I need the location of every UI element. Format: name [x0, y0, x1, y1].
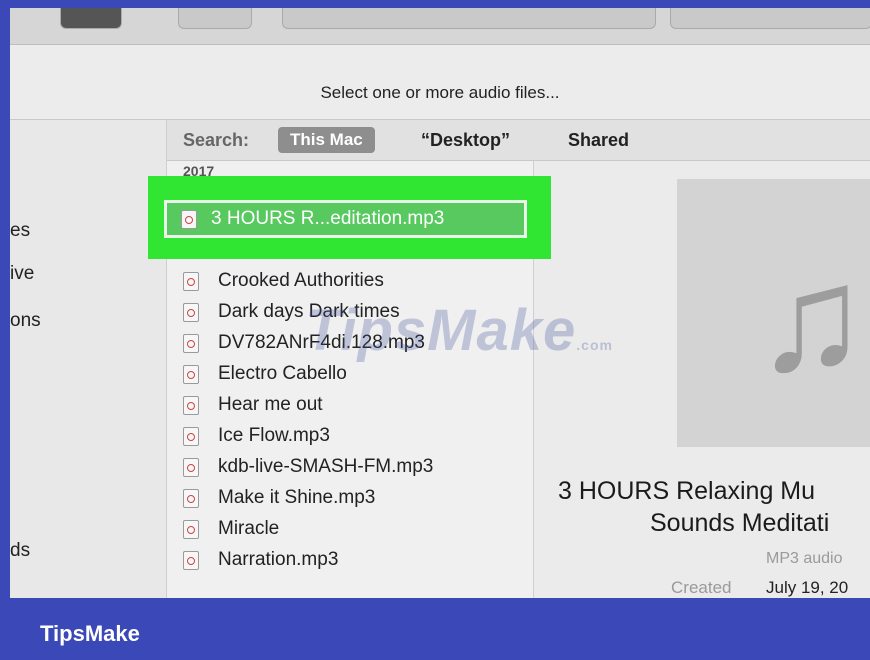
sidebar-item[interactable]: ds [10, 540, 30, 562]
audio-file-icon [183, 271, 199, 291]
search-scope-label: Search: [183, 130, 250, 150]
file-name: kdb-live-SMASH-FM.mp3 [218, 456, 434, 477]
music-note-icon: ♫ [755, 234, 868, 402]
list-item[interactable]: Hear me out [183, 390, 323, 420]
audio-file-icon [183, 302, 199, 322]
album-art: ♫ [677, 179, 870, 447]
list-item[interactable]: Ice Flow.mp3 [183, 421, 330, 451]
scope-desktop[interactable]: “Desktop” [421, 130, 510, 151]
list-item[interactable]: Make it Shine.mp3 [183, 483, 375, 513]
selected-file-name: 3 HOURS R...editation.mp3 [211, 208, 445, 229]
file-name: Make it Shine.mp3 [218, 487, 376, 508]
selection-highlight: 3 HOURS R...editation.mp3 [148, 176, 551, 259]
audio-file-icon [183, 364, 199, 384]
toolbar-button[interactable] [60, 8, 122, 29]
audio-file-icon [181, 209, 197, 229]
location-popup[interactable] [282, 8, 656, 29]
dialog-prompt: Select one or more audio files... [320, 83, 560, 102]
selected-file-row[interactable]: 3 HOURS R...editation.mp3 [164, 200, 527, 238]
watermark: TipsMake.com [305, 297, 613, 364]
file-name: Miracle [218, 518, 280, 539]
preview-pane: ♫ 3 HOURS Relaxing Mu Sounds Meditati MP… [534, 161, 870, 598]
watermark-suffix: .com [576, 337, 613, 353]
created-label: Created [671, 578, 732, 597]
scope-shared[interactable]: Shared [568, 130, 629, 151]
audio-file-icon [183, 395, 199, 415]
list-item[interactable]: Miracle [183, 514, 279, 544]
list-item[interactable]: Narration.mp3 [183, 545, 338, 575]
audio-file-icon [183, 333, 199, 353]
audio-file-icon [183, 519, 199, 539]
audio-file-icon [183, 457, 199, 477]
preview-title-line1: 3 HOURS Relaxing Mu [558, 477, 816, 505]
sidebar: es ive ons ds [10, 120, 167, 598]
list-item[interactable]: Crooked Authorities [183, 266, 384, 296]
brand-logo: TipsMake [40, 621, 140, 646]
audio-file-icon [183, 488, 199, 508]
created-value: July 19, 20 [766, 578, 849, 597]
preview-title-line2: Sounds Meditati [650, 509, 830, 537]
search-field[interactable] [670, 8, 870, 29]
file-name: Ice Flow.mp3 [218, 425, 330, 446]
sidebar-item[interactable]: ive [10, 263, 34, 285]
file-name: Electro Cabello [218, 363, 347, 384]
scope-this-mac[interactable]: This Mac [278, 127, 375, 153]
audio-file-icon [183, 550, 199, 570]
file-name: Narration.mp3 [218, 549, 339, 570]
watermark-text: TipsMake [305, 298, 577, 363]
sidebar-item[interactable]: ons [10, 310, 41, 332]
view-toggle[interactable] [178, 8, 252, 29]
file-name: Crooked Authorities [218, 270, 384, 291]
toolbar [10, 8, 870, 45]
sidebar-item[interactable]: es [10, 220, 30, 242]
search-scope-bar: Search: This Mac “Desktop” Shared [167, 120, 870, 161]
list-item[interactable]: kdb-live-SMASH-FM.mp3 [183, 452, 433, 482]
prompt-bar: Select one or more audio files... [10, 45, 870, 120]
preview-kind: MP3 audio [766, 550, 843, 567]
audio-file-icon [183, 426, 199, 446]
file-name: Hear me out [218, 394, 323, 415]
